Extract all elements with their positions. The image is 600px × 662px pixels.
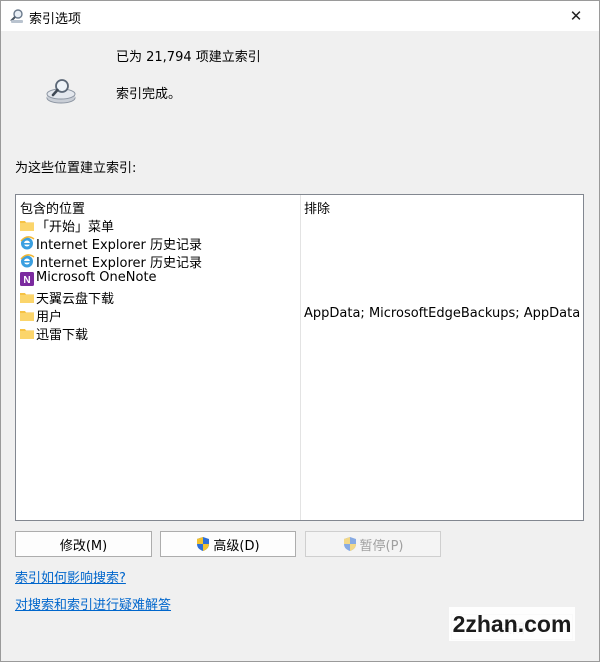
how-indexing-affects-search-link[interactable]: 索引如何影响搜索? <box>15 567 126 586</box>
list-item[interactable]: Internet Explorer 历史记录 <box>16 234 583 253</box>
location-exclusions: AppData; MicrosoftEdgeBackups; AppData <box>304 306 581 321</box>
location-name: 天翼云盘下载 <box>36 292 115 307</box>
location-name: Internet Explorer 历史记录 <box>36 238 203 253</box>
excluded-header[interactable]: 排除 <box>304 198 330 217</box>
list-item[interactable]: 用户 AppData; MicrosoftEdgeBackups; AppDat… <box>16 306 583 325</box>
svg-text:N: N <box>23 275 30 286</box>
modify-button[interactable]: 修改(M) <box>15 531 152 557</box>
onenote-icon: N <box>20 272 34 286</box>
locations-label: 为这些位置建立索引: <box>15 161 137 176</box>
folder-icon <box>20 329 34 339</box>
index-count-text: 已为 21,794 项建立索引 <box>116 50 261 65</box>
list-item[interactable]: 天翼云盘下载 <box>16 288 583 307</box>
window-title: 索引选项 <box>29 12 82 27</box>
watermark-text: 2zhan.com <box>452 610 572 637</box>
list-item[interactable]: 迅雷下载 <box>16 324 583 343</box>
location-name: Internet Explorer 历史记录 <box>36 256 203 271</box>
list-item[interactable]: N Microsoft OneNote <box>16 270 583 288</box>
location-name: 用户 <box>36 310 63 325</box>
troubleshoot-search-link[interactable]: 对搜索和索引进行疑难解答 <box>15 594 171 613</box>
title-bar: 索引选项 ✕ <box>1 1 599 31</box>
magnifier-drive-icon <box>10 9 23 23</box>
location-name: Microsoft OneNote <box>36 270 157 285</box>
modify-button-label: 修改(M) <box>59 538 108 554</box>
pause-button-label: 暂停(P) <box>359 538 404 554</box>
folder-icon <box>20 311 34 321</box>
ie-icon <box>20 254 35 268</box>
indexing-options-dialog: 索引选项 ✕ 已为 21,794 项建立索引 索引完成。 为这些位置建立索引: … <box>0 0 600 662</box>
location-name: 迅雷下载 <box>36 328 89 343</box>
advanced-button[interactable]: 高级(D) <box>160 531 296 557</box>
index-status-text: 索引完成。 <box>116 87 182 102</box>
location-name: 「开始」菜单 <box>36 220 115 235</box>
included-locations-header[interactable]: 包含的位置 <box>20 198 85 217</box>
close-window-button[interactable]: ✕ <box>553 1 599 31</box>
watermark-logo: 2zhan.com <box>449 607 575 641</box>
indexed-locations-list[interactable]: 包含的位置 排除 「开始」菜单 Internet Explorer 历史记录 I… <box>15 194 584 521</box>
advanced-button-label: 高级(D) <box>213 538 260 554</box>
uac-shield-icon <box>197 537 210 551</box>
list-item[interactable]: 「开始」菜单 <box>16 216 583 235</box>
close-icon: ✕ <box>569 7 583 25</box>
indexing-drive-icon <box>46 79 76 104</box>
uac-shield-icon <box>343 537 356 551</box>
folder-icon <box>20 293 34 303</box>
list-item[interactable]: Internet Explorer 历史记录 <box>16 252 583 271</box>
pause-button[interactable]: 暂停(P) <box>305 531 441 557</box>
ie-icon <box>20 236 35 250</box>
folder-icon <box>20 221 34 231</box>
